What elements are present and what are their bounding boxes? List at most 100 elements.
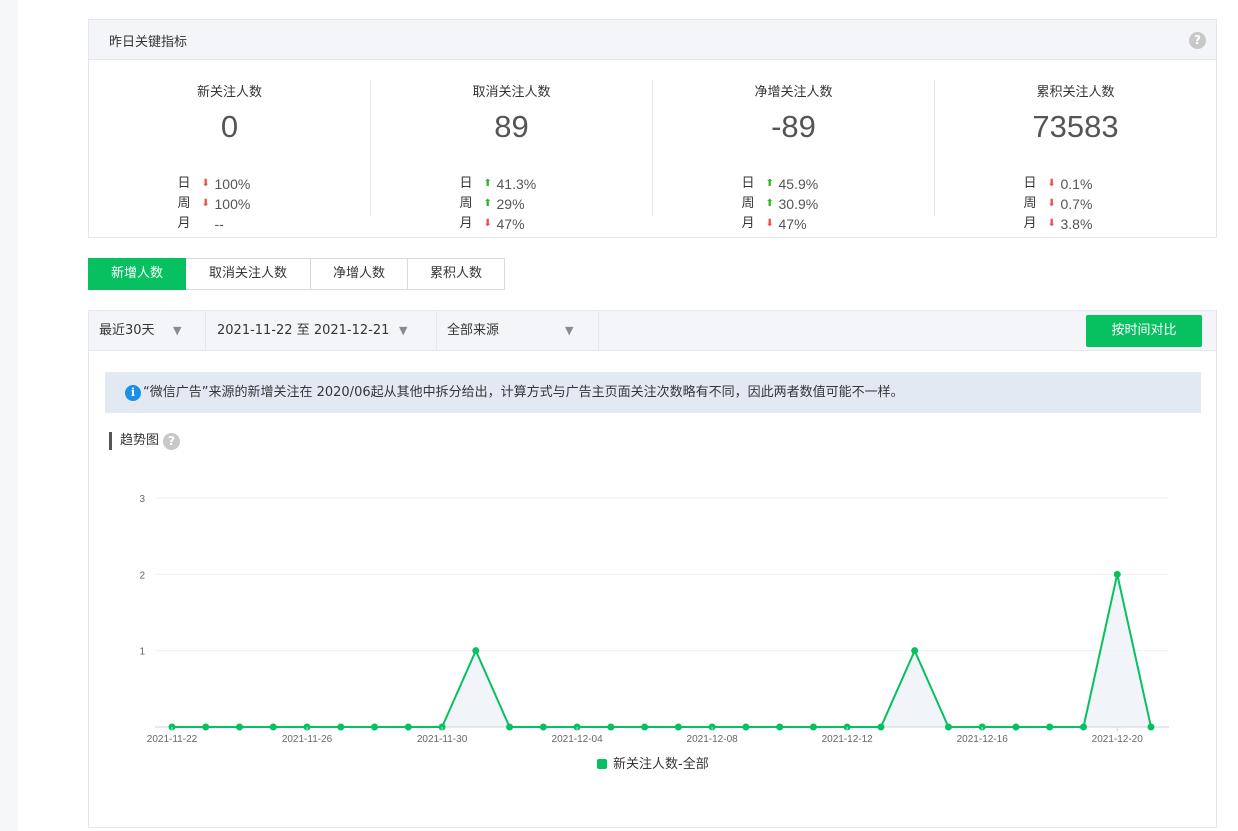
change-percent: 100% bbox=[214, 176, 251, 192]
arrow-down-icon: ⬇ bbox=[201, 198, 210, 209]
arrow-up-icon: ⬆ bbox=[483, 198, 492, 209]
data-point bbox=[472, 647, 480, 655]
data-point bbox=[1046, 723, 1054, 731]
x-tick-label: 2021-12-12 bbox=[822, 734, 874, 745]
data-point bbox=[506, 723, 514, 731]
period-label: 月 bbox=[1023, 216, 1037, 231]
change-row: 月 ⬇ 47% bbox=[460, 214, 564, 234]
trend-panel: 最近30天 ▼ 2021-11-22 至 2021-12-21 ▼ 全部来源 ▼… bbox=[88, 310, 1217, 828]
data-point bbox=[674, 723, 682, 731]
period-label: 月 bbox=[741, 216, 755, 231]
x-tick-label: 2021-12-20 bbox=[1092, 734, 1144, 745]
data-point bbox=[641, 723, 649, 731]
data-point bbox=[202, 723, 210, 731]
period-label: 月 bbox=[459, 216, 473, 231]
key-metrics-card: 昨日关键指标 ? 新关注人数 0 日 ⬇ 100% 周 ⬇ 100% 月 -- 取消关注人数 89 日 ⬆… bbox=[88, 19, 1217, 238]
x-tick-label: 2021-11-30 bbox=[417, 734, 468, 745]
data-point bbox=[911, 647, 919, 655]
period-label: 日 bbox=[1023, 176, 1037, 191]
change-row: 周 ⬆ 29% bbox=[460, 194, 564, 214]
change-percent: 0.1% bbox=[1060, 176, 1093, 192]
legend-swatch bbox=[597, 759, 607, 769]
change-row: 日 ⬆ 41.3% bbox=[460, 174, 564, 194]
data-point bbox=[539, 723, 547, 731]
data-point bbox=[776, 723, 784, 731]
tab-3[interactable]: 净增人数 bbox=[311, 258, 408, 290]
metric-column: 新关注人数 0 日 ⬇ 100% 周 ⬇ 100% 月 -- bbox=[89, 80, 370, 232]
metric-changes: 日 ⬇ 100% 周 ⬇ 100% 月 -- bbox=[178, 174, 282, 234]
y-tick-label: 3 bbox=[139, 494, 145, 505]
x-tick-label: 2021-12-16 bbox=[957, 734, 1009, 745]
trend-chart: 1 2 3 2021-11-22 2021-11-26 2021-11-30 2021-12… bbox=[139, 494, 1169, 745]
arrow-down-icon: ⬇ bbox=[1047, 178, 1056, 189]
chart-legend[interactable]: 新关注人数-全部 bbox=[597, 756, 709, 774]
data-point bbox=[1079, 723, 1087, 731]
key-metrics-header: 昨日关键指标 ? bbox=[89, 20, 1216, 60]
y-tick-label: 2 bbox=[139, 570, 145, 581]
data-point bbox=[809, 723, 817, 731]
arrow-up-icon: ⬆ bbox=[765, 198, 774, 209]
arrow-up-icon: ⬆ bbox=[765, 178, 774, 189]
metric-label: 累积关注人数 bbox=[1036, 85, 1115, 100]
x-tick-label: 2021-11-26 bbox=[282, 734, 333, 745]
metric-value: 0 bbox=[220, 109, 239, 144]
metric-changes: 日 ⬇ 0.1% 周 ⬇ 0.7% 月 ⬇ 3.8% bbox=[1024, 174, 1128, 234]
change-row: 月 -- bbox=[178, 214, 282, 234]
x-tick-label: 2021-11-22 bbox=[147, 734, 198, 745]
period-label: 周 bbox=[1023, 196, 1037, 211]
data-point bbox=[1113, 570, 1121, 578]
tab-4[interactable]: 累积人数 bbox=[408, 258, 505, 290]
period-label: 月 bbox=[177, 216, 191, 231]
change-row: 月 ⬇ 47% bbox=[742, 214, 846, 234]
metric-value: 73583 bbox=[1032, 109, 1119, 144]
data-point bbox=[371, 723, 379, 731]
change-row: 周 ⬇ 100% bbox=[178, 194, 282, 214]
change-percent: 30.9% bbox=[778, 196, 819, 212]
change-row: 月 ⬇ 3.8% bbox=[1024, 214, 1128, 234]
change-percent: 0.7% bbox=[1060, 196, 1093, 212]
data-point bbox=[1147, 723, 1155, 731]
x-tick-label: 2021-12-04 bbox=[552, 734, 604, 745]
data-point bbox=[877, 723, 885, 731]
left-rail bbox=[0, 0, 18, 831]
change-row: 周 ⬆ 30.9% bbox=[742, 194, 846, 214]
metric-changes: 日 ⬆ 45.9% 周 ⬆ 30.9% 月 ⬇ 47% bbox=[742, 174, 846, 234]
data-point bbox=[1012, 723, 1020, 731]
change-percent: -- bbox=[214, 216, 224, 232]
legend-label: 新关注人数-全部 bbox=[613, 757, 709, 772]
metric-column: 累积关注人数 73583 日 ⬇ 0.1% 周 ⬇ 0.7% 月 ⬇ 3.8% bbox=[934, 80, 1216, 232]
tab-1[interactable]: 新增人数 bbox=[88, 258, 186, 290]
period-label: 日 bbox=[741, 176, 755, 191]
data-point bbox=[742, 723, 750, 731]
period-label: 周 bbox=[741, 196, 755, 211]
change-row: 日 ⬆ 45.9% bbox=[742, 174, 846, 194]
arrow-down-icon: ⬇ bbox=[1047, 198, 1056, 209]
change-row: 日 ⬇ 100% bbox=[178, 174, 282, 194]
arrow-down-icon: ⬇ bbox=[1047, 218, 1056, 229]
key-metrics-title: 昨日关键指标 bbox=[109, 35, 188, 50]
period-label: 周 bbox=[177, 196, 191, 211]
y-tick-label: 1 bbox=[139, 647, 145, 658]
data-point bbox=[607, 723, 615, 731]
change-percent: 41.3% bbox=[496, 176, 537, 192]
change-percent: 45.9% bbox=[778, 176, 819, 192]
change-row: 周 ⬇ 0.7% bbox=[1024, 194, 1128, 214]
tab-2[interactable]: 取消关注人数 bbox=[186, 258, 311, 290]
metric-value: 89 bbox=[494, 109, 529, 144]
period-label: 日 bbox=[459, 176, 473, 191]
metrics-row: 新关注人数 0 日 ⬇ 100% 周 ⬇ 100% 月 -- 取消关注人数 89 日 ⬆ 41.3% 周 ⬆ 29… bbox=[89, 80, 1216, 232]
data-point bbox=[944, 723, 952, 731]
data-point bbox=[404, 723, 412, 731]
help-icon[interactable]: ? bbox=[1189, 32, 1206, 49]
change-row: 日 ⬇ 0.1% bbox=[1024, 174, 1128, 194]
metric-column: 净增关注人数 -89 日 ⬆ 45.9% 周 ⬆ 30.9% 月 ⬇ 47% bbox=[652, 80, 934, 232]
arrow-down-icon: ⬇ bbox=[483, 218, 492, 229]
change-percent: 100% bbox=[214, 196, 251, 212]
metric-column: 取消关注人数 89 日 ⬆ 41.3% 周 ⬆ 29% 月 ⬇ 47% bbox=[370, 80, 652, 232]
metric-label: 净增关注人数 bbox=[754, 85, 833, 100]
arrow-down-icon: ⬇ bbox=[765, 218, 774, 229]
period-label: 周 bbox=[459, 196, 473, 211]
metric-changes: 日 ⬆ 41.3% 周 ⬆ 29% 月 ⬇ 47% bbox=[460, 174, 564, 234]
metric-label: 取消关注人数 bbox=[472, 85, 551, 100]
change-percent: 47% bbox=[496, 216, 525, 232]
